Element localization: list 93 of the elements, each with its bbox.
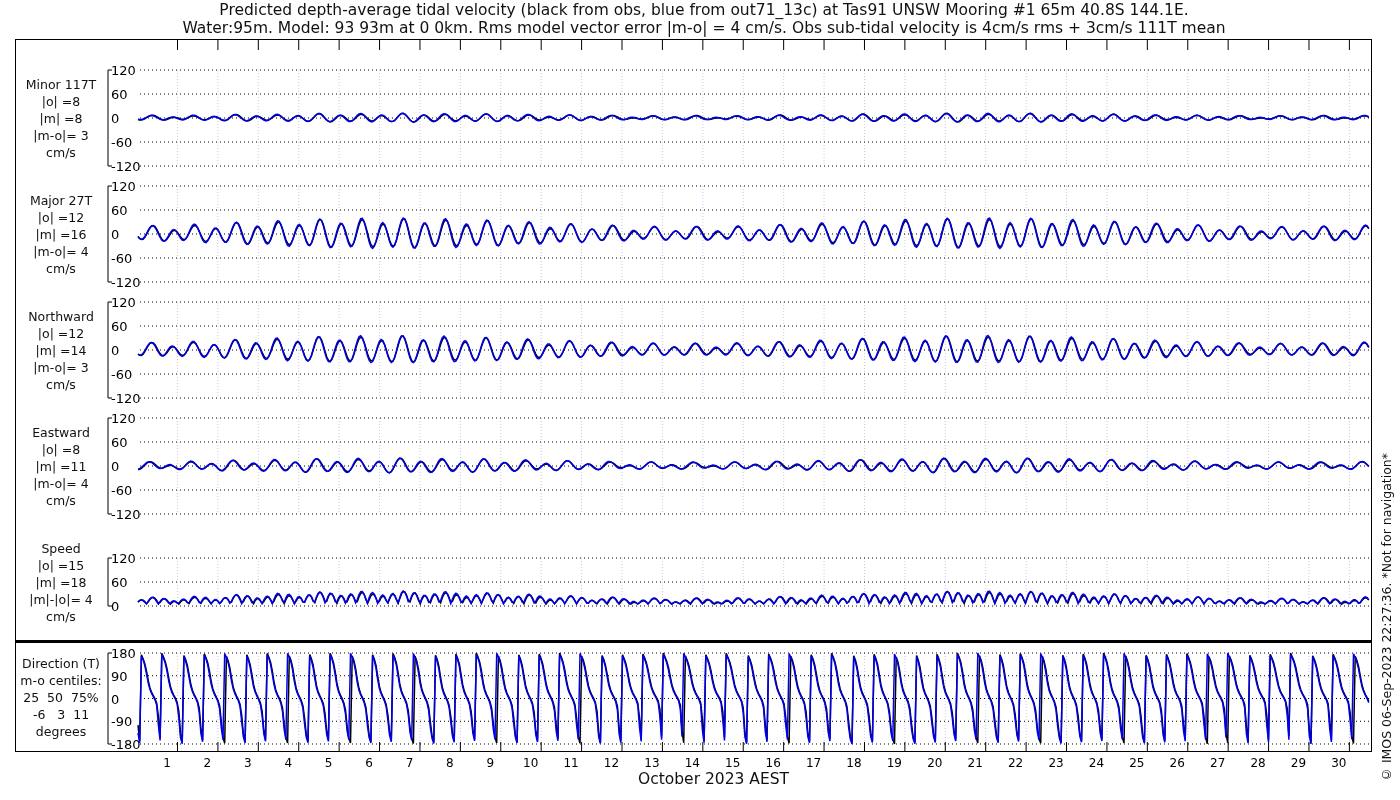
x-tick-label: 6 xyxy=(365,756,373,770)
y-tick-label: 0 xyxy=(111,227,120,242)
panel-label: |o| =8 xyxy=(41,92,81,110)
panel-label: |o| =8 xyxy=(41,440,81,458)
chart-title: Water:95m. Model: 93 93m at 0 0km. Rms model vector error |m-o| = 4 cm/s. Obs sub-tidal velocity is 4cm/s rms + 3cm/s 111T mean xyxy=(182,19,1226,37)
x-tick-label: 20 xyxy=(927,756,943,770)
panel-label: Major 27T xyxy=(29,191,93,209)
panel-label: |o| =12 xyxy=(37,324,85,342)
panel-label: cm/s xyxy=(46,259,76,277)
y-tick-label: 0 xyxy=(111,691,120,707)
y-tick-label: -60 xyxy=(111,135,133,150)
chart-title: Predicted depth-average tidal velocity (black from obs, blue from out71_13c) at Tas91 UNSW Mooring #1 65m 40.8S 144.1E. xyxy=(219,1,1189,19)
x-tick-label: 14 xyxy=(684,756,700,770)
x-tick-label: 16 xyxy=(765,756,781,770)
y-tick-label: -60 xyxy=(111,251,133,266)
y-tick-label: -120 xyxy=(111,507,141,522)
y-tick-label: 90 xyxy=(111,668,128,684)
x-tick-label: 17 xyxy=(805,756,822,770)
panel-label: Northward xyxy=(28,307,94,325)
y-tick-label: 120 xyxy=(111,63,136,78)
x-tick-label: 27 xyxy=(1210,756,1226,770)
panel-label: Minor 117T xyxy=(25,75,97,93)
x-tick-label: 13 xyxy=(644,756,660,770)
x-tick-label: 2 xyxy=(203,756,212,770)
copyright-note: © IMOS 06-Sep-2023 22:27:36. *Not for navigation* xyxy=(1378,452,1394,782)
panel-label: Speed xyxy=(41,539,81,557)
panel-label: |o| =15 xyxy=(37,556,85,574)
panel-label: cm/s xyxy=(46,375,76,393)
panel-label: cm/s xyxy=(46,607,76,625)
x-axis-label: October 2023 AEST xyxy=(636,770,790,788)
panel-label: -6 3 11 xyxy=(32,706,90,723)
y-tick-label: -120 xyxy=(111,159,141,174)
y-tick-label: 0 xyxy=(111,343,120,358)
panel-label: |m|-|o|= 4 xyxy=(29,590,93,608)
x-tick-label: 7 xyxy=(405,756,414,770)
y-tick-label: -90 xyxy=(111,714,133,730)
y-tick-label: 60 xyxy=(111,319,128,334)
y-tick-label: 60 xyxy=(111,203,128,218)
panel-label: |m| =8 xyxy=(39,109,83,127)
y-tick-label: -120 xyxy=(111,275,141,290)
panel-label: cm/s xyxy=(46,143,76,161)
panel-label: degrees xyxy=(35,723,87,740)
y-tick-label: 120 xyxy=(111,295,136,310)
x-tick-label: 22 xyxy=(1007,756,1024,770)
y-tick-label: 180 xyxy=(111,646,136,661)
x-tick-label: 23 xyxy=(1048,756,1064,770)
y-tick-label: 0 xyxy=(111,459,120,474)
y-tick-label: 120 xyxy=(111,411,136,426)
y-tick-label: 120 xyxy=(111,551,136,566)
panel-label: |m-o|= 4 xyxy=(33,242,89,260)
panel-label: |m-o|= 4 xyxy=(33,474,89,492)
y-tick-label: 120 xyxy=(111,179,136,194)
panel-label: Eastward xyxy=(32,423,90,441)
panel-label: Direction (T) xyxy=(22,655,100,672)
y-tick-label: 0 xyxy=(111,599,120,614)
panel-label: |m| =16 xyxy=(35,225,87,243)
x-tick-label: 11 xyxy=(563,756,579,770)
y-tick-label: 60 xyxy=(111,575,128,590)
x-tick-label: 28 xyxy=(1250,756,1266,770)
x-tick-label: 25 xyxy=(1129,756,1145,770)
x-tick-label: 29 xyxy=(1290,756,1307,770)
panel-label: |m| =14 xyxy=(35,341,87,359)
x-tick-label: 5 xyxy=(324,756,333,770)
y-tick-label: -120 xyxy=(111,391,141,406)
x-tick-label: 19 xyxy=(886,756,902,770)
x-tick-label: 9 xyxy=(486,756,495,770)
x-tick-label: 1 xyxy=(163,756,171,770)
x-tick-label: 12 xyxy=(603,756,620,770)
x-tick-label: 18 xyxy=(846,756,862,770)
panel-label: |m-o|= 3 xyxy=(33,358,89,376)
y-axis-line xyxy=(107,557,113,607)
panel-label: cm/s xyxy=(46,491,76,509)
x-tick-label: 4 xyxy=(284,756,293,770)
y-tick-label: 0 xyxy=(111,111,120,126)
y-tick-label: 60 xyxy=(111,435,128,450)
x-tick-label: 8 xyxy=(446,756,454,770)
x-tick-label: 30 xyxy=(1331,756,1347,770)
x-tick-label: 15 xyxy=(725,756,741,770)
y-tick-label: -180 xyxy=(111,737,141,752)
panel-label: |o| =12 xyxy=(37,208,85,226)
x-tick-label: 24 xyxy=(1088,756,1105,770)
panel-label: |m-o|= 3 xyxy=(33,126,89,144)
y-tick-label: -60 xyxy=(111,483,133,498)
panel-label: |m| =11 xyxy=(35,457,87,475)
x-tick-label: 26 xyxy=(1169,756,1185,770)
panel-label: m-o centiles: xyxy=(20,672,102,689)
y-tick-label: -60 xyxy=(111,367,133,382)
y-tick-label: 60 xyxy=(111,87,128,102)
x-tick-label: 10 xyxy=(523,756,539,770)
panel-label: 25 50 75% xyxy=(23,689,99,706)
x-tick-label: 21 xyxy=(967,756,983,770)
x-tick-label: 3 xyxy=(244,756,252,770)
panel-label: |m| =18 xyxy=(35,573,87,591)
